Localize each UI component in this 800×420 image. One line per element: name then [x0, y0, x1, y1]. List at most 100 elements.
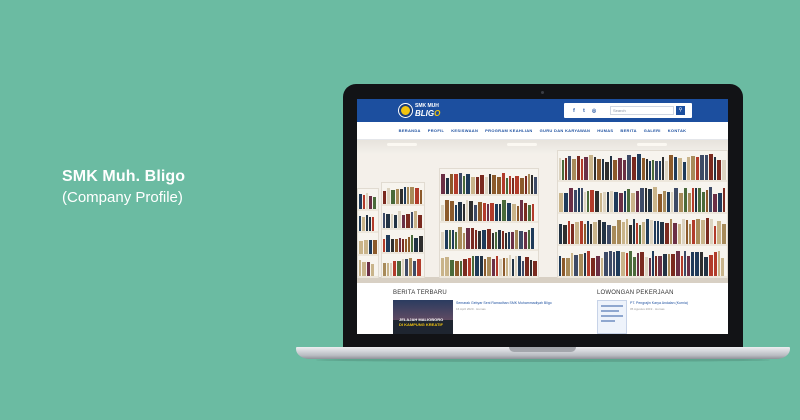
book: [649, 257, 651, 276]
book: [506, 257, 509, 276]
book: [492, 174, 496, 194]
book: [562, 257, 565, 276]
book: [616, 250, 620, 276]
book: [373, 196, 376, 209]
book: [698, 187, 701, 212]
book: [362, 217, 365, 231]
shelf-board: [358, 253, 378, 256]
book: [597, 220, 601, 244]
bookshelf: [557, 150, 728, 278]
book: [559, 223, 562, 244]
book: [405, 258, 408, 276]
book: [410, 186, 414, 204]
book: [559, 193, 563, 212]
book: [532, 260, 537, 276]
book: [414, 210, 417, 228]
book: [721, 257, 724, 276]
book: [489, 173, 491, 194]
site-header: SMK MUH BLIGO f t ◎ Search ⚲: [357, 99, 728, 122]
book: [610, 155, 612, 180]
shelf-board: [440, 248, 538, 251]
book: [398, 210, 401, 228]
book: [411, 235, 414, 252]
book: [479, 256, 484, 276]
book: [584, 157, 588, 180]
book: [686, 220, 689, 244]
book: [418, 214, 422, 228]
book: [717, 159, 721, 180]
book: [610, 190, 613, 212]
nav-humas[interactable]: HUMAS: [597, 128, 613, 133]
book: [587, 191, 589, 212]
job-thumbnail[interactable]: [597, 300, 627, 334]
doc-line: [601, 305, 623, 307]
book: [529, 259, 532, 276]
nav-beranda[interactable]: BERANDA: [399, 128, 421, 133]
nav-galeri[interactable]: GALERI: [644, 128, 661, 133]
book: [721, 223, 726, 244]
book: [631, 192, 635, 212]
nav-profil[interactable]: PROFIL: [428, 128, 444, 133]
book: [589, 155, 593, 180]
book: [495, 203, 498, 221]
book: [518, 255, 522, 276]
book: [723, 187, 725, 212]
shelf-row: [382, 258, 424, 276]
ceiling-light: [637, 143, 667, 146]
book: [383, 191, 386, 204]
instagram-icon[interactable]: ◎: [589, 108, 599, 114]
shelf-board: [358, 231, 378, 233]
book: [482, 229, 486, 249]
shelf-row: [440, 227, 538, 249]
book: [445, 199, 449, 221]
book: [646, 218, 650, 244]
shelf-row: [558, 218, 727, 244]
book: [584, 192, 586, 212]
book: [507, 203, 511, 221]
book: [476, 176, 479, 194]
book: [614, 192, 618, 212]
search-icon[interactable]: ⚲: [676, 106, 685, 115]
news-thumbnail[interactable]: JELAJAH MALIOBORO DI KAMPUNG KREATIF: [393, 300, 453, 334]
nav-program-keahlian[interactable]: PROGRAM KEAHLIAN: [485, 128, 532, 133]
book: [682, 219, 686, 244]
site-logo[interactable]: SMK MUH BLIGO: [399, 103, 440, 118]
facebook-icon[interactable]: f: [569, 108, 579, 114]
nav-kontak[interactable]: KONTAK: [668, 128, 687, 133]
book: [411, 211, 413, 228]
book: [512, 203, 516, 221]
book: [613, 251, 615, 276]
job-post-title[interactable]: PT. Pengrajin Karya Andalan (Kurnia): [630, 301, 688, 305]
news-post-title[interactable]: Semarak Gebyar Seni Ramadhan SMK Muhamma…: [456, 301, 552, 305]
book: [475, 229, 477, 249]
book: [684, 251, 686, 276]
book: [441, 258, 444, 276]
book: [492, 232, 494, 249]
book: [387, 187, 390, 204]
book: [362, 262, 366, 276]
nav-guru-dan-karyawan[interactable]: GURU DAN KARYAWAN: [540, 128, 591, 133]
book: [671, 191, 673, 212]
book: [590, 189, 594, 212]
twitter-icon[interactable]: t: [579, 108, 589, 114]
book: [402, 258, 404, 276]
nav-berita[interactable]: BERITA: [620, 128, 636, 133]
search-input[interactable]: Search: [610, 106, 674, 115]
book: [480, 175, 484, 194]
book: [559, 157, 561, 180]
book: [441, 232, 444, 249]
book: [654, 221, 657, 244]
book: [454, 173, 458, 194]
book: [626, 253, 628, 276]
nav-kesiswaan[interactable]: KESISWAAN: [451, 128, 478, 133]
book: [571, 252, 573, 276]
shelf-board: [382, 228, 424, 230]
book: [709, 186, 712, 212]
book: [566, 257, 570, 276]
book: [515, 230, 518, 249]
book: [525, 256, 529, 276]
shelf-board: [558, 244, 727, 246]
book: [649, 160, 651, 180]
book: [390, 239, 394, 252]
book: [684, 187, 687, 212]
